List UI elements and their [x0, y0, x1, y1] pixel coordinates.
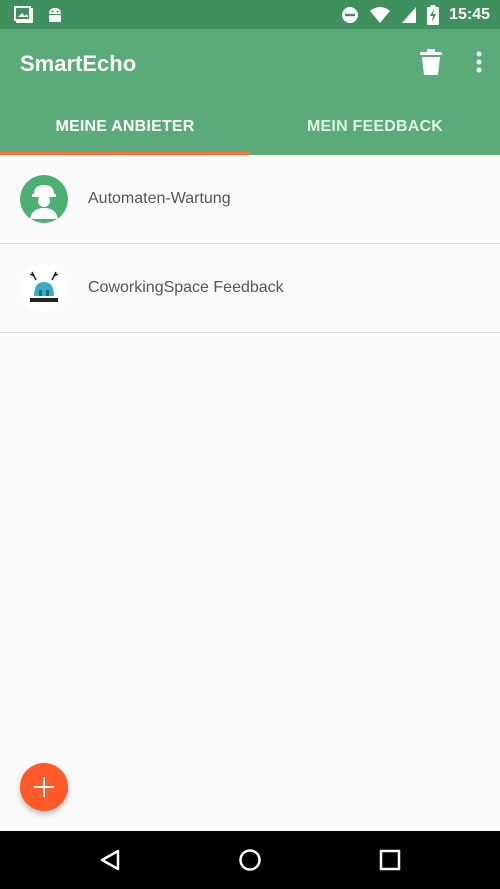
- tab-meine-anbieter[interactable]: MEINE ANBIETER: [0, 101, 250, 155]
- more-vert-icon[interactable]: [476, 51, 482, 73]
- app-bar: SmartEcho: [0, 29, 500, 101]
- coworking-logo: [20, 264, 68, 312]
- signal-icon: [402, 7, 417, 23]
- status-bar: 15:45: [0, 0, 500, 29]
- recents-icon[interactable]: [378, 848, 402, 872]
- wifi-icon: [370, 7, 391, 23]
- photo-notification-icon: [14, 6, 33, 23]
- back-icon[interactable]: [98, 848, 122, 872]
- technician-avatar: [20, 175, 68, 223]
- add-button[interactable]: [20, 763, 68, 811]
- home-icon[interactable]: [238, 848, 262, 872]
- tab-bar: MEINE ANBIETER MEIN FEEDBACK: [0, 101, 500, 155]
- plus-icon: [34, 777, 54, 797]
- app-title: SmartEcho: [20, 51, 137, 76]
- battery-charging-icon: [427, 5, 440, 25]
- status-time: 15:45: [449, 6, 490, 23]
- list-item-label: CoworkingSpace Feedback: [88, 279, 284, 296]
- trash-icon[interactable]: [420, 49, 442, 75]
- provider-list: Automaten-Wartung CoworkingSpace Feedbac…: [0, 155, 500, 333]
- android-icon: [49, 8, 61, 22]
- navigation-bar: [0, 831, 500, 889]
- list-item-label: Automaten-Wartung: [88, 190, 231, 207]
- list-item[interactable]: CoworkingSpace Feedback: [0, 244, 500, 333]
- list-item[interactable]: Automaten-Wartung: [0, 155, 500, 244]
- tab-mein-feedback[interactable]: MEIN FEEDBACK: [250, 101, 500, 155]
- do-not-disturb-icon: [342, 7, 359, 23]
